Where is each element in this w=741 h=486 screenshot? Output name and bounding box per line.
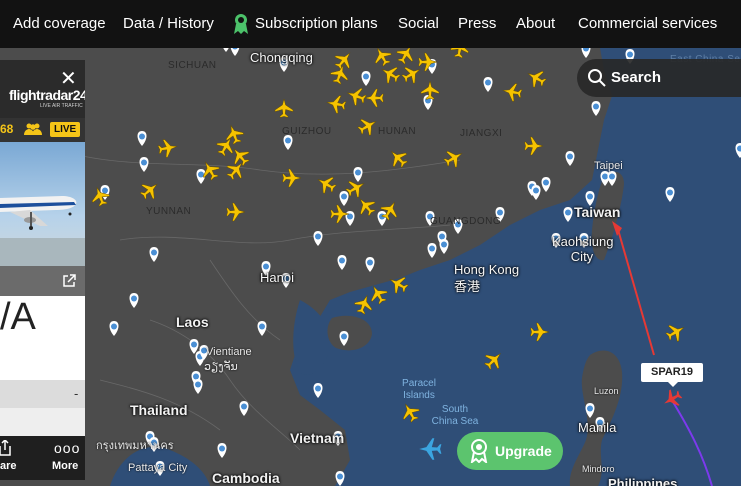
- map-label-mindoro: Mindoro: [582, 464, 615, 474]
- map-canvas: [0, 48, 741, 486]
- map-label-taiwan: Taiwan: [574, 204, 621, 220]
- map-label-kaohsiung: Kaohsiung City: [552, 234, 614, 264]
- map-label-bangkok-thai: กรุงเทพมหานคร: [96, 440, 174, 452]
- flight-map[interactable]: SICHUAN Chongqing GUIZHOU HUNAN JIANGXI …: [0, 48, 741, 486]
- aircraft-photo-illustration: [0, 196, 85, 266]
- info-value: -: [74, 386, 79, 401]
- map-label-taipei: Taipei: [594, 160, 623, 172]
- map-label-hong-kong: Hong Kong: [454, 262, 520, 277]
- map-label-paracel-islands: Paracel Islands: [402, 378, 436, 401]
- top-navigation-bar: Add coverage Data / History Subscription…: [0, 0, 741, 48]
- search-label: Search: [611, 69, 662, 86]
- people-icon: [24, 123, 42, 135]
- nav-subscription-plans[interactable]: Subscription plans: [255, 15, 378, 32]
- upgrade-label: Upgrade: [495, 443, 552, 459]
- panel-header: ✕ flightradar24 LIVE AIR TRAFFIC: [0, 60, 85, 118]
- search-bar[interactable]: Search: [577, 59, 741, 97]
- flight-code-area: /A: [0, 296, 85, 380]
- upgrade-button[interactable]: Upgrade: [457, 432, 563, 470]
- aircraft-photo[interactable]: [0, 142, 85, 266]
- map-label-chongqing: Chongqing: [250, 50, 313, 65]
- more-button[interactable]: More: [52, 460, 78, 472]
- flight-code: /A: [0, 296, 36, 338]
- map-label-vientiane: Vientiane: [206, 346, 252, 358]
- search-icon: [588, 69, 606, 87]
- map-label-guangdong: GUANGDONG: [430, 216, 502, 227]
- map-label-yunnan: YUNNAN: [146, 206, 192, 217]
- more-dots-icon[interactable]: ooo: [54, 440, 80, 456]
- external-link-icon[interactable]: [62, 274, 76, 288]
- map-label-jiangxi: JIANGXI: [460, 128, 503, 139]
- award-ribbon-icon: [234, 14, 248, 34]
- nav-about[interactable]: About: [516, 15, 555, 32]
- nav-social[interactable]: Social: [398, 15, 439, 32]
- viewers-row: 68 LIVE: [0, 118, 85, 142]
- map-label-philippines: Philippines: [608, 476, 678, 486]
- map-label-pattaya: Pattaya City: [128, 462, 188, 474]
- award-badge-icon: [470, 439, 488, 463]
- map-label-thailand: Thailand: [130, 402, 188, 418]
- map-label-luzon: Luzon: [594, 386, 619, 396]
- flight-detail-panel: ✕ flightradar24 LIVE AIR TRAFFIC 68 LIVE: [0, 60, 85, 480]
- nav-data-history[interactable]: Data / History: [123, 15, 214, 32]
- nav-press[interactable]: Press: [458, 15, 496, 32]
- flightradar24-logo: flightradar24: [9, 87, 85, 103]
- map-label-south-china-sea: South China Sea: [431, 404, 479, 427]
- map-label-hunan: HUNAN: [378, 126, 417, 137]
- map-label-guizhou: GUIZHOU: [282, 126, 332, 137]
- panel-footer: are ooo More: [0, 436, 85, 480]
- flight-callsign-tag[interactable]: SPAR19: [641, 363, 703, 387]
- map-label-vietnam: Vietnam: [290, 430, 345, 446]
- photo-link-bar: [0, 266, 85, 296]
- info-row: -: [0, 380, 85, 408]
- map-label-hong-kong-chinese: 香港: [454, 279, 481, 294]
- logo-tagline: LIVE AIR TRAFFIC: [40, 103, 83, 109]
- map-label-laos: Laos: [176, 314, 209, 330]
- viewer-count: 68: [0, 122, 14, 136]
- nav-add-coverage[interactable]: Add coverage: [13, 15, 106, 32]
- map-label-sichuan: SICHUAN: [168, 60, 217, 71]
- nav-commercial-services[interactable]: Commercial services: [578, 15, 717, 32]
- map-label-vientiane-lao: ວຽງຈັນ: [204, 361, 238, 373]
- share-button[interactable]: are: [0, 460, 17, 472]
- info-row-secondary: [0, 408, 85, 436]
- map-label-cambodia: Cambodia: [212, 470, 280, 486]
- live-badge: LIVE: [50, 122, 81, 137]
- share-icon[interactable]: [0, 440, 12, 456]
- map-label-hanoi: Hanoi: [260, 270, 294, 285]
- map-label-manila: Manila: [578, 420, 617, 435]
